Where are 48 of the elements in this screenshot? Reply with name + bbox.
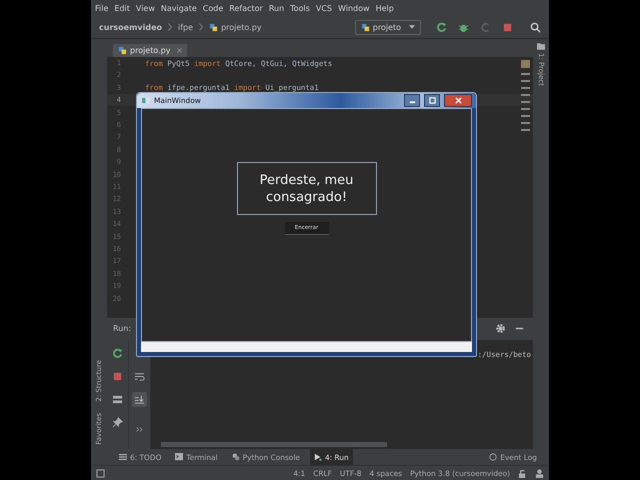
chevron-icon bbox=[168, 23, 172, 31]
search-icon[interactable] bbox=[530, 22, 541, 32]
menu-item[interactable]: File bbox=[95, 4, 108, 12]
close-icon bbox=[454, 97, 462, 104]
window-icon bbox=[141, 97, 150, 104]
menu-item[interactable]: Run bbox=[268, 4, 284, 12]
menu-item[interactable]: Help bbox=[376, 4, 394, 12]
warning-marker bbox=[521, 60, 530, 68]
menu-item[interactable]: Edit bbox=[114, 4, 130, 12]
more-icon[interactable] bbox=[136, 426, 143, 432]
stop-icon[interactable] bbox=[502, 22, 513, 32]
play-icon bbox=[314, 453, 322, 461]
lock-icon[interactable] bbox=[518, 468, 527, 478]
message-label: Perdeste, meu consagrado! bbox=[236, 162, 376, 215]
caret-icon bbox=[409, 25, 415, 29]
panel-toggle-icon[interactable] bbox=[96, 468, 105, 478]
breadcrumb[interactable]: ifpe bbox=[178, 22, 194, 32]
speech-bubble-icon bbox=[489, 453, 498, 461]
breadcrumb[interactable]: cursoemvideo bbox=[99, 22, 162, 32]
list-icon bbox=[119, 453, 127, 461]
inspector-icon[interactable] bbox=[535, 468, 544, 478]
settings-icon[interactable] bbox=[495, 323, 506, 334]
python-icon bbox=[232, 453, 240, 461]
breadcrumb[interactable]: projeto.py bbox=[221, 22, 262, 32]
menu-item[interactable]: Code bbox=[202, 4, 224, 12]
scrollbar[interactable] bbox=[161, 442, 387, 447]
menu-item[interactable]: Navigate bbox=[160, 4, 197, 12]
run-config-dropdown[interactable]: projeto bbox=[354, 20, 421, 34]
rerun-icon[interactable] bbox=[436, 22, 447, 32]
terminal-icon bbox=[175, 453, 184, 461]
maximize-button[interactable] bbox=[424, 94, 440, 107]
menu-item[interactable]: Tools bbox=[290, 4, 310, 12]
menu-item[interactable]: Refactor bbox=[229, 4, 263, 12]
folder-icon bbox=[537, 43, 545, 50]
menu-item[interactable]: VCS bbox=[316, 4, 332, 12]
python-file-icon bbox=[360, 22, 370, 32]
chevron-icon bbox=[199, 23, 204, 31]
scroll-to-end-icon[interactable] bbox=[132, 392, 147, 407]
minimize-button[interactable] bbox=[404, 94, 420, 107]
python-file-icon bbox=[209, 22, 218, 32]
python-file-icon bbox=[118, 46, 127, 55]
maximize-icon bbox=[428, 97, 436, 104]
pin-icon[interactable] bbox=[110, 414, 125, 430]
menu-item[interactable]: View bbox=[136, 4, 155, 12]
run-label: Run: bbox=[113, 324, 132, 334]
editor-tab[interactable]: projeto.py bbox=[113, 44, 188, 57]
menu-item[interactable]: Window bbox=[338, 4, 370, 12]
close-button[interactable] bbox=[444, 94, 472, 107]
